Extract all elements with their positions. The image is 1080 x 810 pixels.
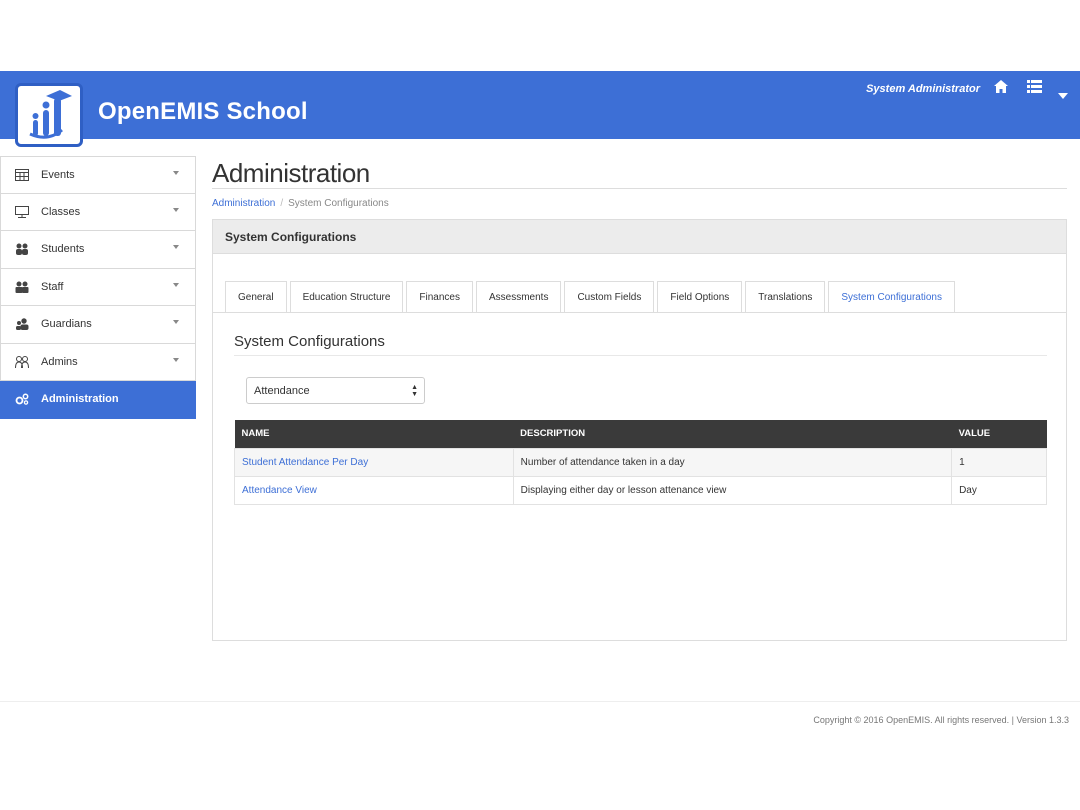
tab-general[interactable]: General	[225, 281, 287, 313]
content-panel: System Configurations General Education …	[212, 219, 1067, 641]
guardians-icon	[13, 317, 31, 331]
tab-field-options[interactable]: Field Options	[657, 281, 743, 313]
table-cell-name: Student Attendance Per Day	[234, 447, 514, 477]
chevron-down-icon	[173, 357, 179, 362]
sidebar-item-guardians[interactable]: Guardians	[0, 306, 196, 344]
gears-icon	[13, 392, 31, 406]
table-cell-description: Number of attendance taken in a day	[512, 447, 953, 477]
tab-bar: General Education Structure Finances Ass…	[225, 281, 958, 313]
table-cell-name: Attendance View	[234, 475, 514, 505]
brand-name: OpenEMIS School	[98, 98, 308, 125]
config-table: NAME DESCRIPTION VALUE Student Attendanc…	[234, 420, 1047, 505]
section-divider	[234, 355, 1047, 356]
config-type-select[interactable]: Attendance ▲ ▼	[246, 377, 425, 404]
column-header-description[interactable]: DESCRIPTION	[513, 420, 952, 448]
sidebar-item-students[interactable]: Students	[0, 231, 196, 269]
chevron-down-icon	[173, 320, 179, 324]
tab-translations[interactable]: Translations	[745, 281, 826, 313]
sidebar-item-classes[interactable]: Classes	[0, 193, 196, 231]
page-title: Administration	[212, 158, 370, 188]
table-header-row: NAME DESCRIPTION VALUE	[234, 420, 1047, 448]
sidebar-item-label: Events	[41, 168, 75, 181]
select-value: Attendance	[254, 384, 310, 397]
table-cell-value: Day	[951, 475, 1047, 505]
table-cell-description: Displaying either day or lesson attenanc…	[512, 475, 953, 505]
home-icon[interactable]	[994, 80, 1008, 97]
user-name[interactable]: System Administrator	[866, 83, 980, 95]
footer-copyright: Copyright © 2016 OpenEMIS. All rights re…	[813, 715, 1069, 725]
sidebar-item-label: Staff	[41, 280, 64, 293]
sidebar: Events Classes Students Staff Guardians	[0, 156, 196, 419]
chevron-down-icon	[173, 245, 179, 249]
chevron-down-icon	[173, 207, 179, 212]
breadcrumb-separator: /	[280, 198, 284, 209]
config-name-link[interactable]: Student Attendance Per Day	[242, 457, 368, 468]
table-cell-value: 1	[951, 447, 1047, 477]
tab-finances[interactable]: Finances	[406, 281, 473, 313]
sidebar-item-label: Classes	[41, 205, 81, 218]
tab-custom-fields[interactable]: Custom Fields	[564, 281, 655, 313]
sidebar-item-staff[interactable]: Staff	[0, 268, 196, 306]
sidebar-item-label: Guardians	[41, 318, 92, 331]
sidebar-item-events[interactable]: Events	[0, 156, 196, 194]
caret-down-icon[interactable]	[1058, 86, 1068, 103]
table-row: Attendance View Displaying either day or…	[234, 475, 1047, 505]
sidebar-item-label: Admins	[41, 355, 78, 368]
column-header-value[interactable]: VALUE	[951, 420, 1047, 448]
list-icon[interactable]	[1027, 80, 1042, 97]
tab-assessments[interactable]: Assessments	[475, 281, 562, 313]
tab-education-structure[interactable]: Education Structure	[289, 281, 404, 313]
breadcrumb: Administration / System Configurations	[212, 198, 389, 209]
tab-system-configurations[interactable]: System Configurations	[828, 281, 955, 313]
panel-title: System Configurations	[213, 220, 1066, 254]
section-title: System Configurations	[234, 333, 385, 350]
table-row: Student Attendance Per Day Number of att…	[234, 447, 1047, 477]
staff-icon	[13, 280, 31, 294]
top-bar: OpenEMIS School System Administrator	[0, 71, 1080, 147]
admins-icon	[13, 355, 31, 369]
tabs-divider	[213, 312, 1066, 313]
chevron-down-icon	[173, 171, 179, 175]
calendar-icon	[13, 168, 31, 182]
sidebar-item-administration[interactable]: Administration	[0, 381, 196, 419]
title-divider	[212, 188, 1067, 189]
chevron-down-icon	[173, 282, 179, 287]
sidebar-item-label: Students	[41, 243, 85, 256]
breadcrumb-current: System Configurations	[288, 198, 389, 209]
footer-divider	[0, 701, 1080, 702]
logo[interactable]	[15, 83, 83, 147]
config-name-link[interactable]: Attendance View	[242, 485, 317, 496]
column-header-name[interactable]: NAME	[234, 420, 514, 448]
breadcrumb-root-link[interactable]: Administration	[212, 198, 275, 209]
logo-icon	[29, 90, 72, 139]
select-arrows-icon: ▲ ▼	[411, 384, 418, 398]
sidebar-item-admins[interactable]: Admins	[0, 343, 196, 381]
classroom-icon	[13, 205, 31, 219]
students-icon	[13, 242, 31, 256]
sidebar-item-label: Administration	[41, 393, 119, 406]
